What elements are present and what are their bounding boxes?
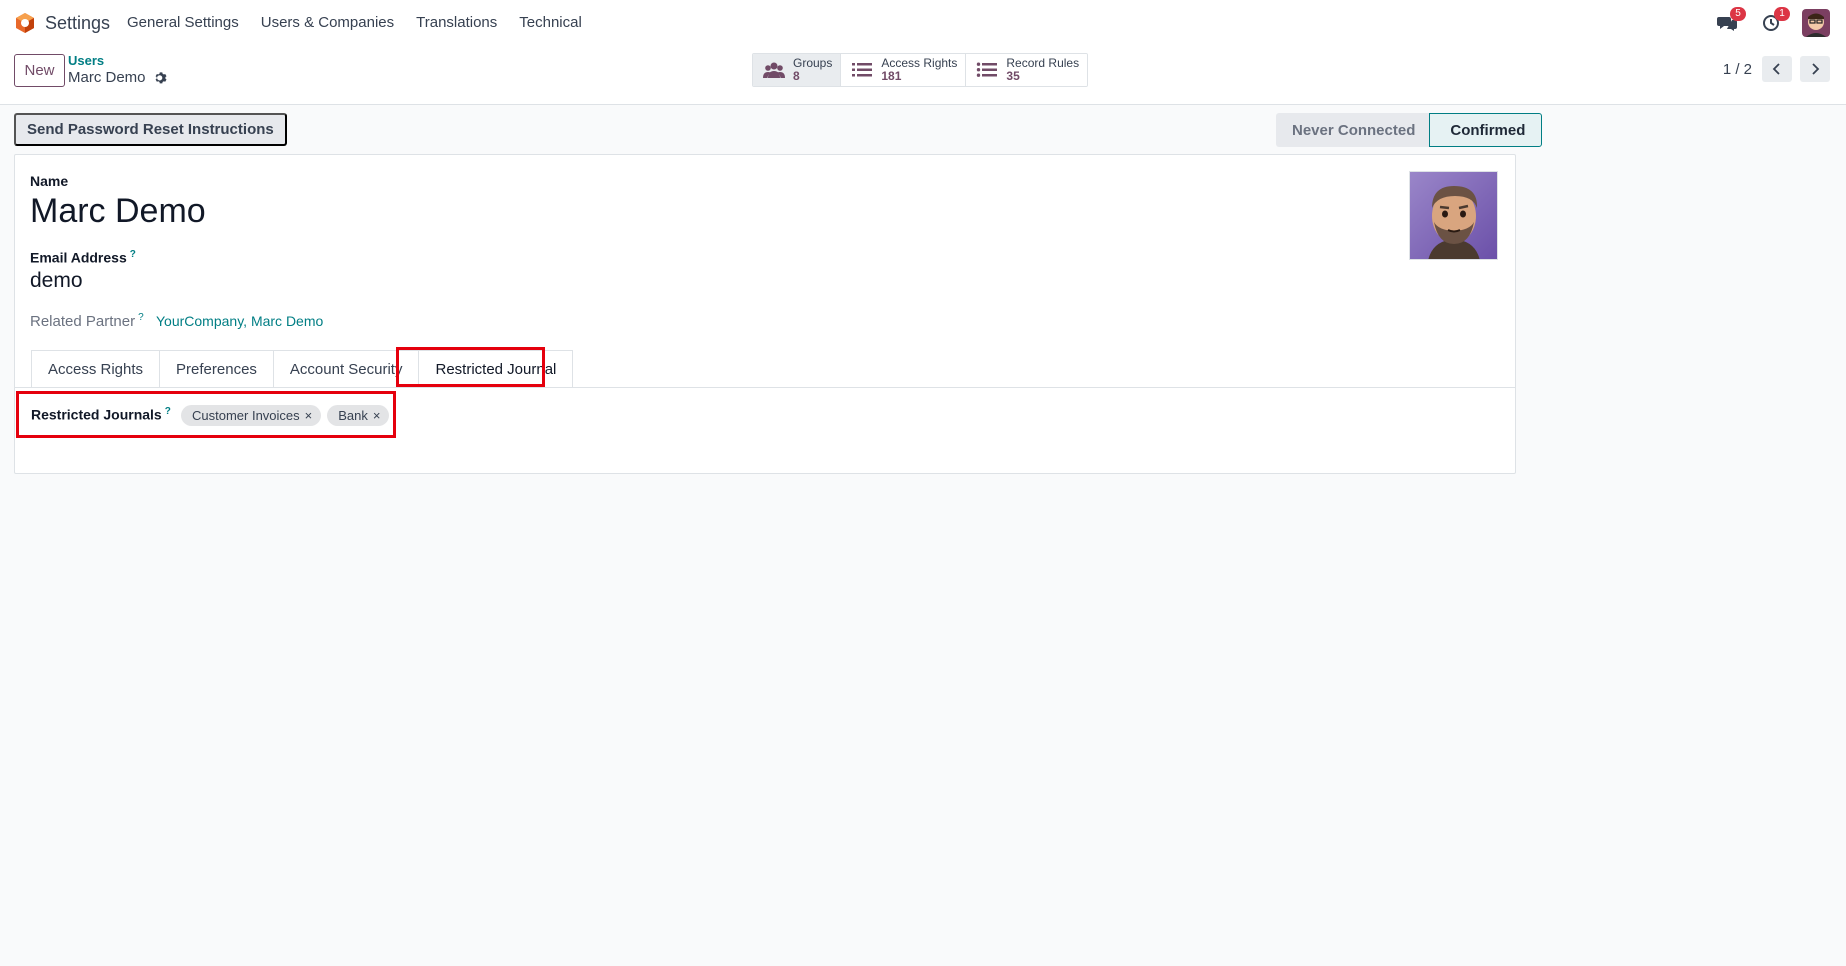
name-field[interactable]: Marc Demo [30, 192, 206, 231]
avatar-image-icon [1802, 9, 1830, 37]
new-button[interactable]: New [14, 54, 65, 87]
chevron-left-icon [1772, 63, 1780, 75]
related-partner-link[interactable]: YourCompany, Marc Demo [156, 313, 323, 329]
send-password-reset-button[interactable]: Send Password Reset Instructions [14, 113, 287, 146]
email-label: Email Address? [30, 249, 136, 266]
app-title[interactable]: Settings [45, 13, 110, 34]
user-photo[interactable] [1409, 171, 1498, 260]
groups-smart-button[interactable]: Groups 8 [753, 54, 842, 86]
tab-access-rights[interactable]: Access Rights [31, 350, 160, 388]
groups-count: 8 [793, 69, 800, 83]
highlight-box-tab [396, 347, 545, 387]
messaging-button[interactable]: 5 [1714, 7, 1746, 36]
breadcrumb-current: Marc Demo [68, 69, 168, 86]
partner-help-tooltip[interactable]: ? [138, 312, 144, 323]
access-rights-count: 181 [881, 69, 902, 83]
related-partner-label: Related Partner? [30, 312, 144, 330]
top-navbar: Settings General Settings Users & Compan… [0, 0, 1846, 46]
pager-previous-button[interactable] [1762, 56, 1792, 82]
access-rights-smart-button[interactable]: Access Rights 181 [841, 54, 967, 86]
messages-count-badge: 5 [1730, 7, 1746, 21]
menu-users-companies[interactable]: Users & Companies [261, 14, 394, 31]
smart-buttons: Groups 8 Access Rights 181 Record Rules … [752, 53, 1089, 87]
pager: 1 / 2 [1723, 56, 1830, 82]
tab-preferences[interactable]: Preferences [159, 350, 273, 388]
gear-icon[interactable] [154, 71, 168, 85]
tabs-divider [15, 387, 1515, 388]
status-confirmed[interactable]: Confirmed [1429, 113, 1543, 147]
chevron-right-icon [1812, 63, 1820, 75]
email-field[interactable]: demo [30, 269, 83, 293]
email-help-tooltip[interactable]: ? [130, 249, 136, 260]
breadcrumb-users-link[interactable]: Users [68, 53, 104, 68]
activities-count-badge: 1 [1774, 7, 1790, 21]
breadcrumb-current-label: Marc Demo [68, 69, 146, 86]
pager-value[interactable]: 1 / 2 [1723, 61, 1752, 78]
user-photo-image-icon [1410, 172, 1497, 259]
list-icon [852, 63, 873, 77]
menu-translations[interactable]: Translations [416, 14, 497, 31]
user-avatar[interactable] [1802, 9, 1830, 37]
highlight-box-field [16, 391, 396, 438]
list-icon [977, 62, 998, 77]
menu-technical[interactable]: Technical [519, 14, 582, 31]
pager-next-button[interactable] [1800, 56, 1830, 82]
systray: 5 1 [1714, 7, 1830, 37]
related-partner-label-text: Related Partner [30, 313, 136, 330]
users-icon [763, 62, 785, 78]
menu-general-settings[interactable]: General Settings [127, 14, 239, 31]
status-bar: Never Connected Confirmed [1276, 113, 1543, 147]
settings-app-icon[interactable] [14, 12, 36, 34]
control-panel: New Users Marc Demo Groups 8 Access Righ… [0, 46, 1846, 105]
status-never-connected[interactable]: Never Connected [1276, 113, 1430, 147]
main-menu: General Settings Users & Companies Trans… [127, 14, 604, 31]
record-rules-smart-button[interactable]: Record Rules 35 [966, 54, 1088, 86]
activities-button[interactable]: 1 [1758, 7, 1790, 36]
email-label-text: Email Address [30, 249, 127, 266]
record-rules-count: 35 [1006, 69, 1020, 83]
name-label: Name [30, 173, 69, 189]
